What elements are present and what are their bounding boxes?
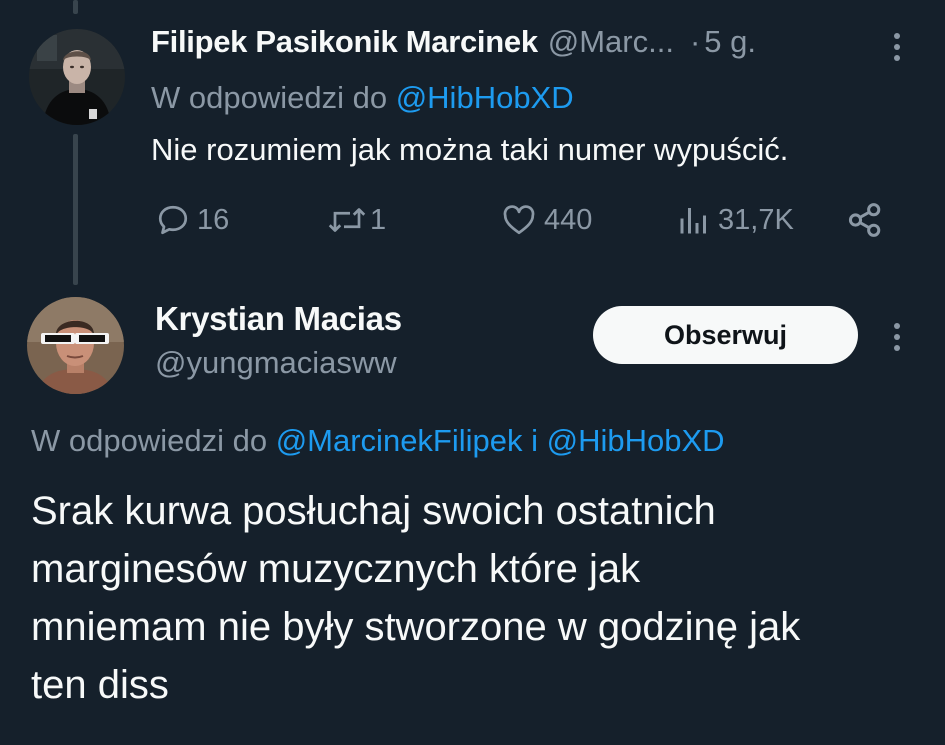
- author-handle[interactable]: @Marc...: [548, 24, 674, 60]
- separator-dot: ·: [689, 24, 701, 59]
- reply-prefix: W odpowiedzi do: [151, 80, 388, 115]
- reply-mention-link[interactable]: @HibHobXD: [396, 80, 574, 115]
- like-button[interactable]: 440: [500, 200, 592, 240]
- reply-context: W odpowiedzi do @MarcinekFilipek i @HibH…: [31, 423, 725, 459]
- share-nodes-icon: [848, 203, 881, 237]
- avatar-photo: [29, 29, 125, 125]
- reply-mention-link[interactable]: @HibHobXD: [547, 423, 725, 458]
- avatar[interactable]: [29, 29, 125, 125]
- thread-connector-top: [73, 0, 78, 14]
- more-options-icon[interactable]: [893, 33, 901, 61]
- retweet-arrows-icon: [328, 208, 366, 232]
- like-count: 440: [544, 203, 593, 236]
- retweet-button[interactable]: 1: [326, 200, 386, 240]
- bar-chart-icon: [680, 208, 706, 234]
- reply-mention-link[interactable]: @MarcinekFilipek: [276, 423, 523, 458]
- thread-connector: [73, 134, 78, 285]
- reply-joiner: i: [531, 423, 539, 458]
- reply-count: 16: [197, 203, 230, 236]
- avatar-photo: [27, 297, 124, 394]
- views-count: 31,7K: [718, 203, 794, 236]
- avatar[interactable]: [27, 297, 124, 394]
- tweet-header: Filipek Pasikonik Marcinek @Marc... · 5 …: [151, 24, 756, 60]
- views-button[interactable]: 31,7K: [676, 200, 794, 240]
- share-button[interactable]: [846, 200, 884, 240]
- tweet-text: Nie rozumiem jak można taki numer wypuśc…: [151, 132, 789, 167]
- follow-button[interactable]: Obserwuj: [593, 306, 858, 364]
- heart-icon: [503, 205, 535, 235]
- more-options-icon[interactable]: [893, 323, 901, 351]
- reply-prefix: W odpowiedzi do: [31, 423, 268, 458]
- reply-button[interactable]: 16: [155, 200, 229, 240]
- tweet-text: Srak kurwa posłuchaj swoich ostatnich ma…: [31, 489, 801, 707]
- retweet-count: 1: [370, 203, 387, 236]
- timestamp[interactable]: 5 g.: [704, 24, 756, 60]
- author-name[interactable]: Krystian Macias: [155, 300, 402, 338]
- reply-context: W odpowiedzi do @HibHobXD: [151, 80, 574, 116]
- author-handle[interactable]: @yungmaciasww: [155, 345, 397, 381]
- author-name[interactable]: Filipek Pasikonik Marcinek: [151, 24, 538, 60]
- speech-bubble-icon: [158, 205, 188, 235]
